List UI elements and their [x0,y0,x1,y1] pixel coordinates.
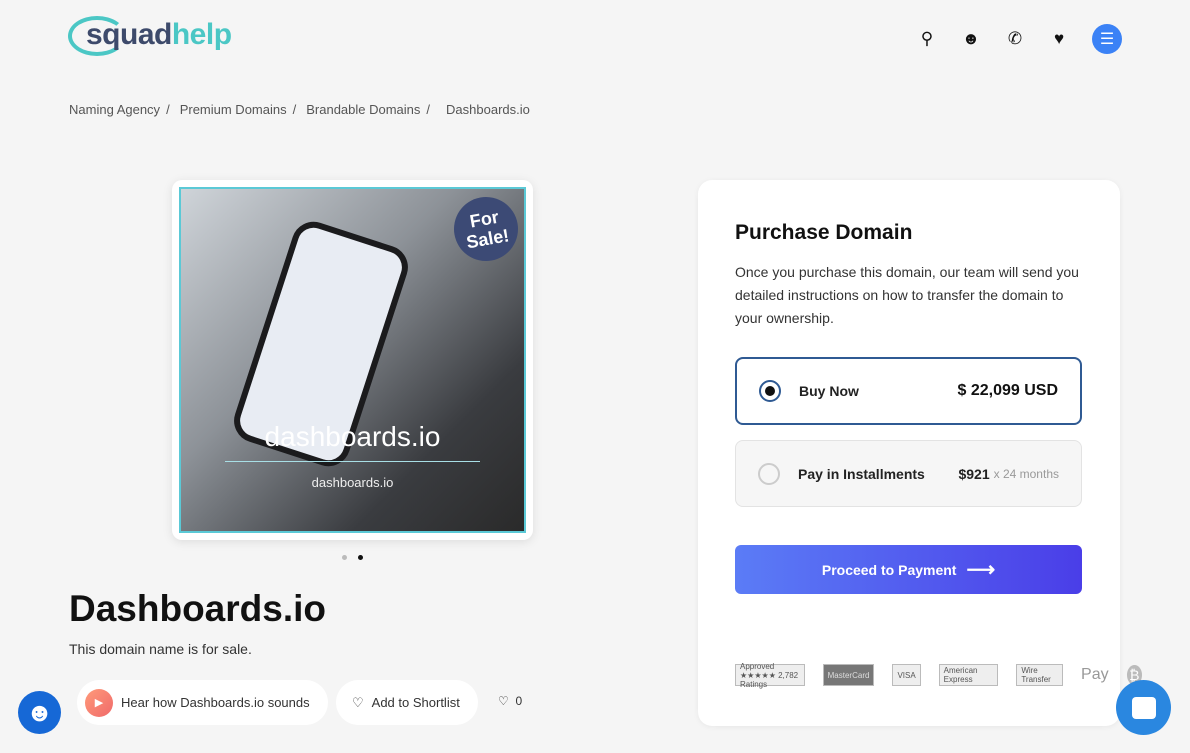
proceed-label: Proceed to Payment [821,561,957,578]
search-icon[interactable]: ⚲ [916,28,938,50]
breadcrumb-premium-domains[interactable]: Premium Domains [180,102,287,117]
payment-badges: Approved ★★★★★ 2,782 Ratings MasterCard … [735,662,1142,689]
option-installments[interactable]: Pay in Installments $921 x 24 months [735,440,1082,507]
heart-outline-icon: ♡ [498,694,509,708]
phone-icon[interactable]: ✆ [1004,28,1026,50]
chat-widget-button[interactable] [1116,680,1171,735]
mastercard-badge: MasterCard [822,664,875,686]
radio-installments[interactable] [758,462,780,485]
approved-ratings-badge: Approved ★★★★★ 2,782 Ratings [735,662,805,689]
option-buy-now[interactable]: Buy Now $ 22,099 USD [735,357,1082,425]
logo-text-help: help [171,18,232,51]
for-sale-badge: For Sale! [448,191,524,267]
header-nav: ⚲ ☻ ✆ ♥ ☰ [916,24,1122,54]
domain-subtitle: This domain name is for sale. [69,641,252,657]
shortlist-label: Add to Shortlist [371,695,460,710]
proceed-to-payment-button[interactable]: Proceed to Payment ⟶ [735,545,1082,594]
amex-badge: American Express [938,664,999,686]
domain-image-card: For Sale! dashboards.io dashboards.io [172,180,533,540]
breadcrumb-naming-agency[interactable]: Naming Agency [69,102,160,117]
carousel-dot-2[interactable] [358,555,363,560]
option-suffix: x 24 months [993,466,1059,481]
accessibility-icon[interactable]: ☻ [18,691,61,734]
carousel-dots [342,555,363,560]
wire-badge: Wire Transfer [1016,664,1064,686]
option-price: $ 22,099 USD [957,382,1058,399]
radio-buy-now[interactable] [759,380,781,402]
breadcrumb-current: Dashboards.io [446,102,530,117]
domain-image: For Sale! dashboards.io dashboards.io [179,187,526,533]
breadcrumb-brandable-domains[interactable]: Brandable Domains [306,102,420,117]
carousel-dot-1[interactable] [342,555,347,560]
add-to-shortlist-button[interactable]: ♡ Add to Shortlist [336,680,478,725]
user-icon[interactable]: ☻ [960,28,982,50]
hear-label: Hear how Dashboards.io sounds [121,695,310,710]
purchase-description: Once you purchase this domain, our team … [735,264,1079,326]
logo-text-squad: squad [86,18,172,51]
option-price: $921 [958,465,990,482]
menu-icon[interactable]: ☰ [1092,24,1122,54]
purchase-title: Purchase Domain [735,221,913,244]
option-label: Buy Now [799,383,859,399]
image-divider [225,461,480,462]
domain-title: Dashboards.io [69,588,326,629]
apple-pay-badge: Pay [1081,666,1109,683]
heart-icon[interactable]: ♥ [1048,28,1070,50]
visa-badge: VISA [892,664,921,686]
image-domain-large: dashboards.io [264,421,441,452]
arrow-right-icon: ⟶ [966,559,996,581]
purchase-panel: Purchase Domain Once you purchase this d… [698,180,1142,726]
squadhelp-logo[interactable]: squadhelp [68,14,232,64]
image-domain-small: dashboards.io [311,475,394,490]
hear-pronunciation-button[interactable]: ▶ Hear how Dashboards.io sounds [77,680,328,725]
breadcrumb: Naming Agency / Premium Domains / Brandabl… [69,102,530,117]
heart-outline-icon: ♡ [352,694,364,710]
chat-icon [1131,696,1156,719]
like-count-value: 0 [515,694,523,708]
like-count[interactable]: ♡ 0 [498,694,522,708]
play-icon: ▶ [85,688,113,717]
option-label: Pay in Installments [798,465,925,482]
